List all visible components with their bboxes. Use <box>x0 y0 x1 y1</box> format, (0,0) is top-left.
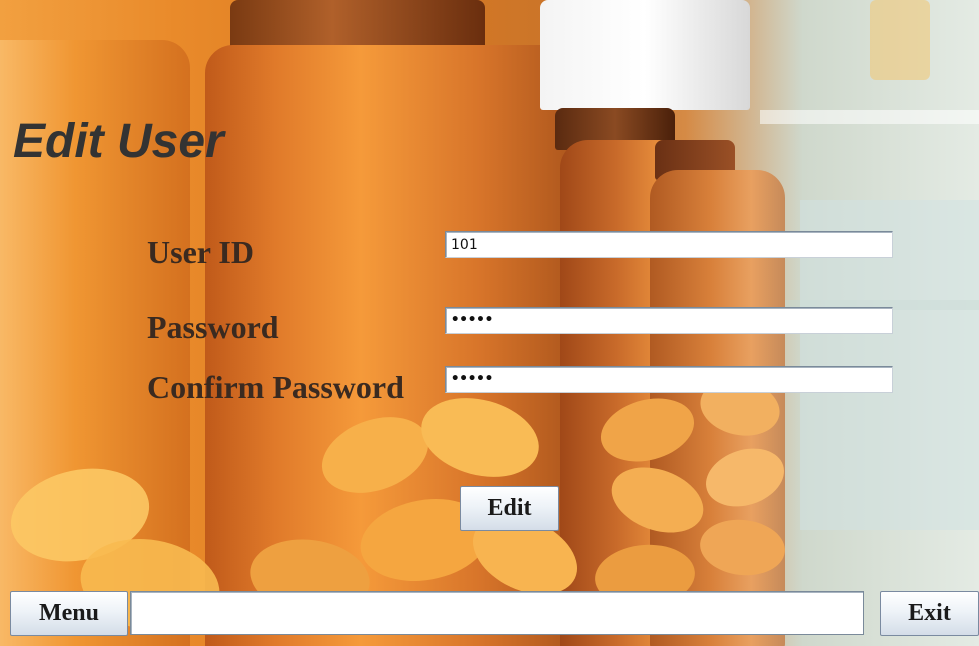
background-blur-object <box>870 0 930 80</box>
edit-button[interactable]: Edit <box>460 486 559 531</box>
background-shelf <box>760 110 979 124</box>
user-id-label: User ID <box>147 234 254 270</box>
password-field[interactable]: ••••• <box>445 307 893 334</box>
status-field[interactable] <box>130 591 864 635</box>
jar-cap-white <box>540 0 750 110</box>
user-id-field[interactable] <box>445 231 893 258</box>
password-label: Password <box>147 309 279 345</box>
page-title: Edit User <box>13 115 224 168</box>
confirm-password-label: Confirm Password <box>147 369 404 405</box>
exit-button[interactable]: Exit <box>880 591 979 636</box>
confirm-password-field[interactable]: ••••• <box>445 366 893 393</box>
menu-button[interactable]: Menu <box>10 591 128 636</box>
